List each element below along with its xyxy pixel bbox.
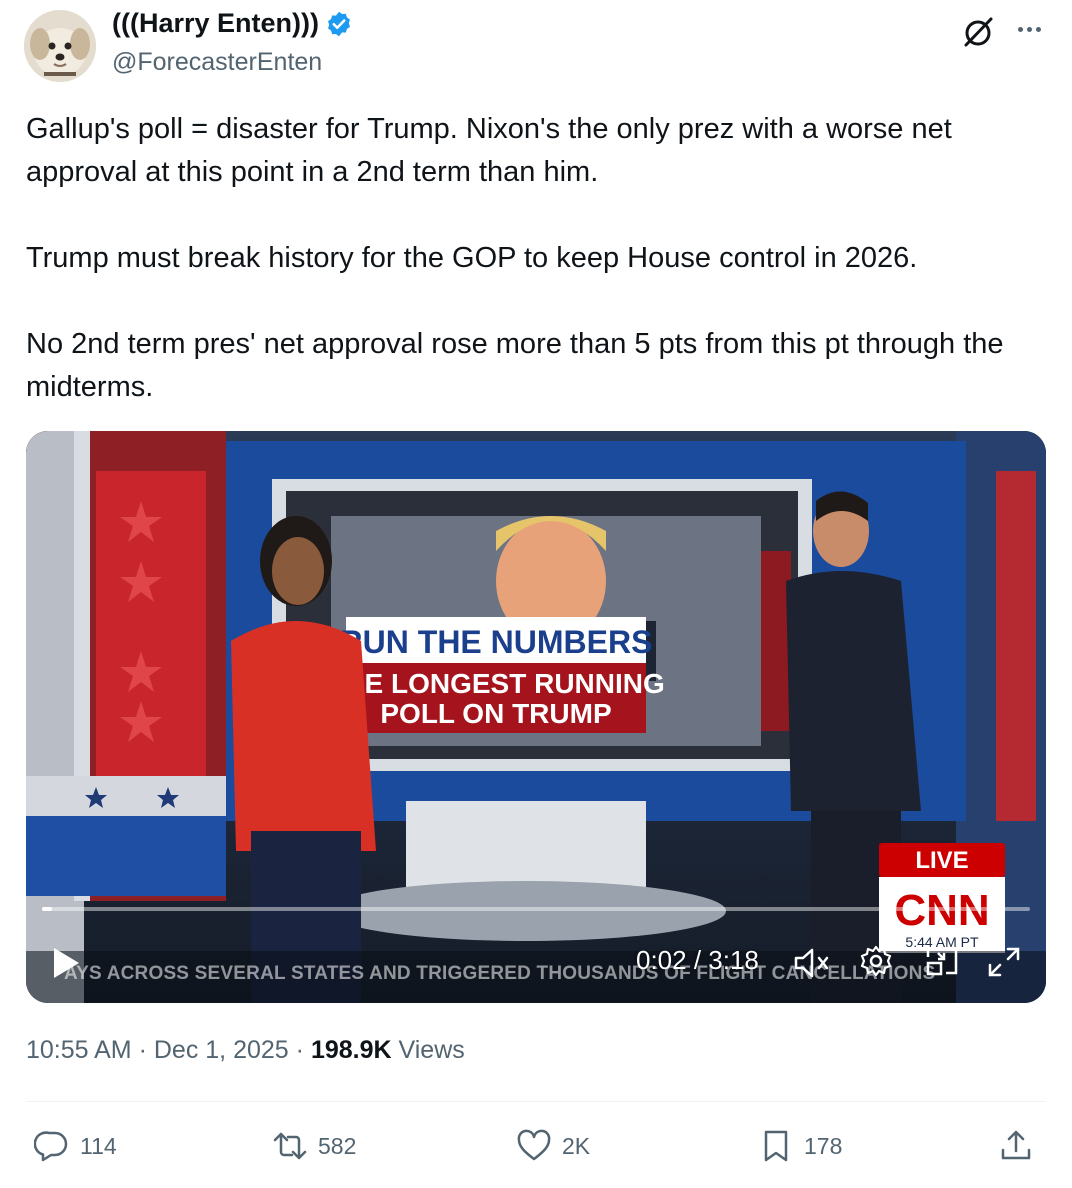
reply-icon <box>34 1131 68 1162</box>
more-icon[interactable] <box>1012 12 1046 46</box>
repost-count: 582 <box>318 1132 357 1159</box>
reply-count: 114 <box>80 1132 117 1159</box>
views-count: 198.9K <box>310 1036 392 1064</box>
tweet-paragraph: Trump must break history for the GOP to … <box>26 242 918 274</box>
verified-badge-icon <box>328 11 350 36</box>
tweet-paragraph: No 2nd term pres' net approval rose more… <box>26 328 1004 403</box>
bookmark-icon <box>764 1130 788 1162</box>
video-progress-bar[interactable] <box>42 907 1030 911</box>
tweet-date[interactable]: Dec 1, 2025 <box>154 1036 289 1064</box>
live-badge: LIVE <box>915 847 968 874</box>
repost-button[interactable]: 582 <box>272 1126 356 1166</box>
like-count: 2K <box>562 1132 591 1159</box>
meta-separator: · <box>295 1036 304 1064</box>
author-name-row[interactable]: (((Harry Enten))) <box>112 8 353 39</box>
tweet-meta: 10:55 AM · Dec 1, 2025 · 198.9K Views <box>26 1036 465 1065</box>
share-icon <box>1001 1130 1031 1160</box>
tweet-text: Gallup's poll = disaster for Trump. Nixo… <box>26 108 1056 409</box>
author-handle[interactable]: @ForecasterEnten <box>112 48 322 77</box>
repost-icon <box>273 1132 307 1160</box>
graphic-subtitle: POLL ON TRUMP <box>380 698 611 729</box>
heart-icon <box>517 1129 551 1161</box>
pip-icon[interactable] <box>924 945 960 979</box>
grok-icon[interactable] <box>960 14 996 50</box>
mute-icon[interactable] <box>792 945 832 981</box>
meta-separator: · <box>138 1036 147 1064</box>
video-player[interactable]: RUN THE NUMBERS THE LONGEST RUNNING POLL… <box>26 431 1046 1003</box>
views-label: Views <box>398 1036 465 1064</box>
bookmark-count: 178 <box>804 1132 843 1159</box>
reply-button[interactable]: 114 <box>34 1126 117 1166</box>
tweet-paragraph: Gallup's poll = disaster for Trump. Nixo… <box>26 113 952 188</box>
display-name[interactable]: (((Harry Enten))) <box>112 8 319 39</box>
share-button[interactable] <box>998 1126 1034 1166</box>
divider <box>26 1101 1046 1102</box>
fullscreen-icon[interactable] <box>986 945 1022 979</box>
bookmark-button[interactable]: 178 <box>758 1126 842 1166</box>
play-icon[interactable] <box>50 945 82 981</box>
video-frame: RUN THE NUMBERS THE LONGEST RUNNING POLL… <box>26 431 1046 1003</box>
video-progress-fill <box>42 907 52 911</box>
settings-icon[interactable] <box>858 943 894 979</box>
avatar-image <box>24 10 96 82</box>
graphic-subtitle: THE LONGEST RUNNING <box>327 668 665 699</box>
video-time: 0:02 / 3:18 <box>636 945 759 975</box>
avatar[interactable] <box>24 10 96 82</box>
tweet-time[interactable]: 10:55 AM <box>26 1036 132 1064</box>
like-button[interactable]: 2K <box>516 1126 590 1166</box>
graphic-title: RUN THE NUMBERS <box>340 624 653 660</box>
